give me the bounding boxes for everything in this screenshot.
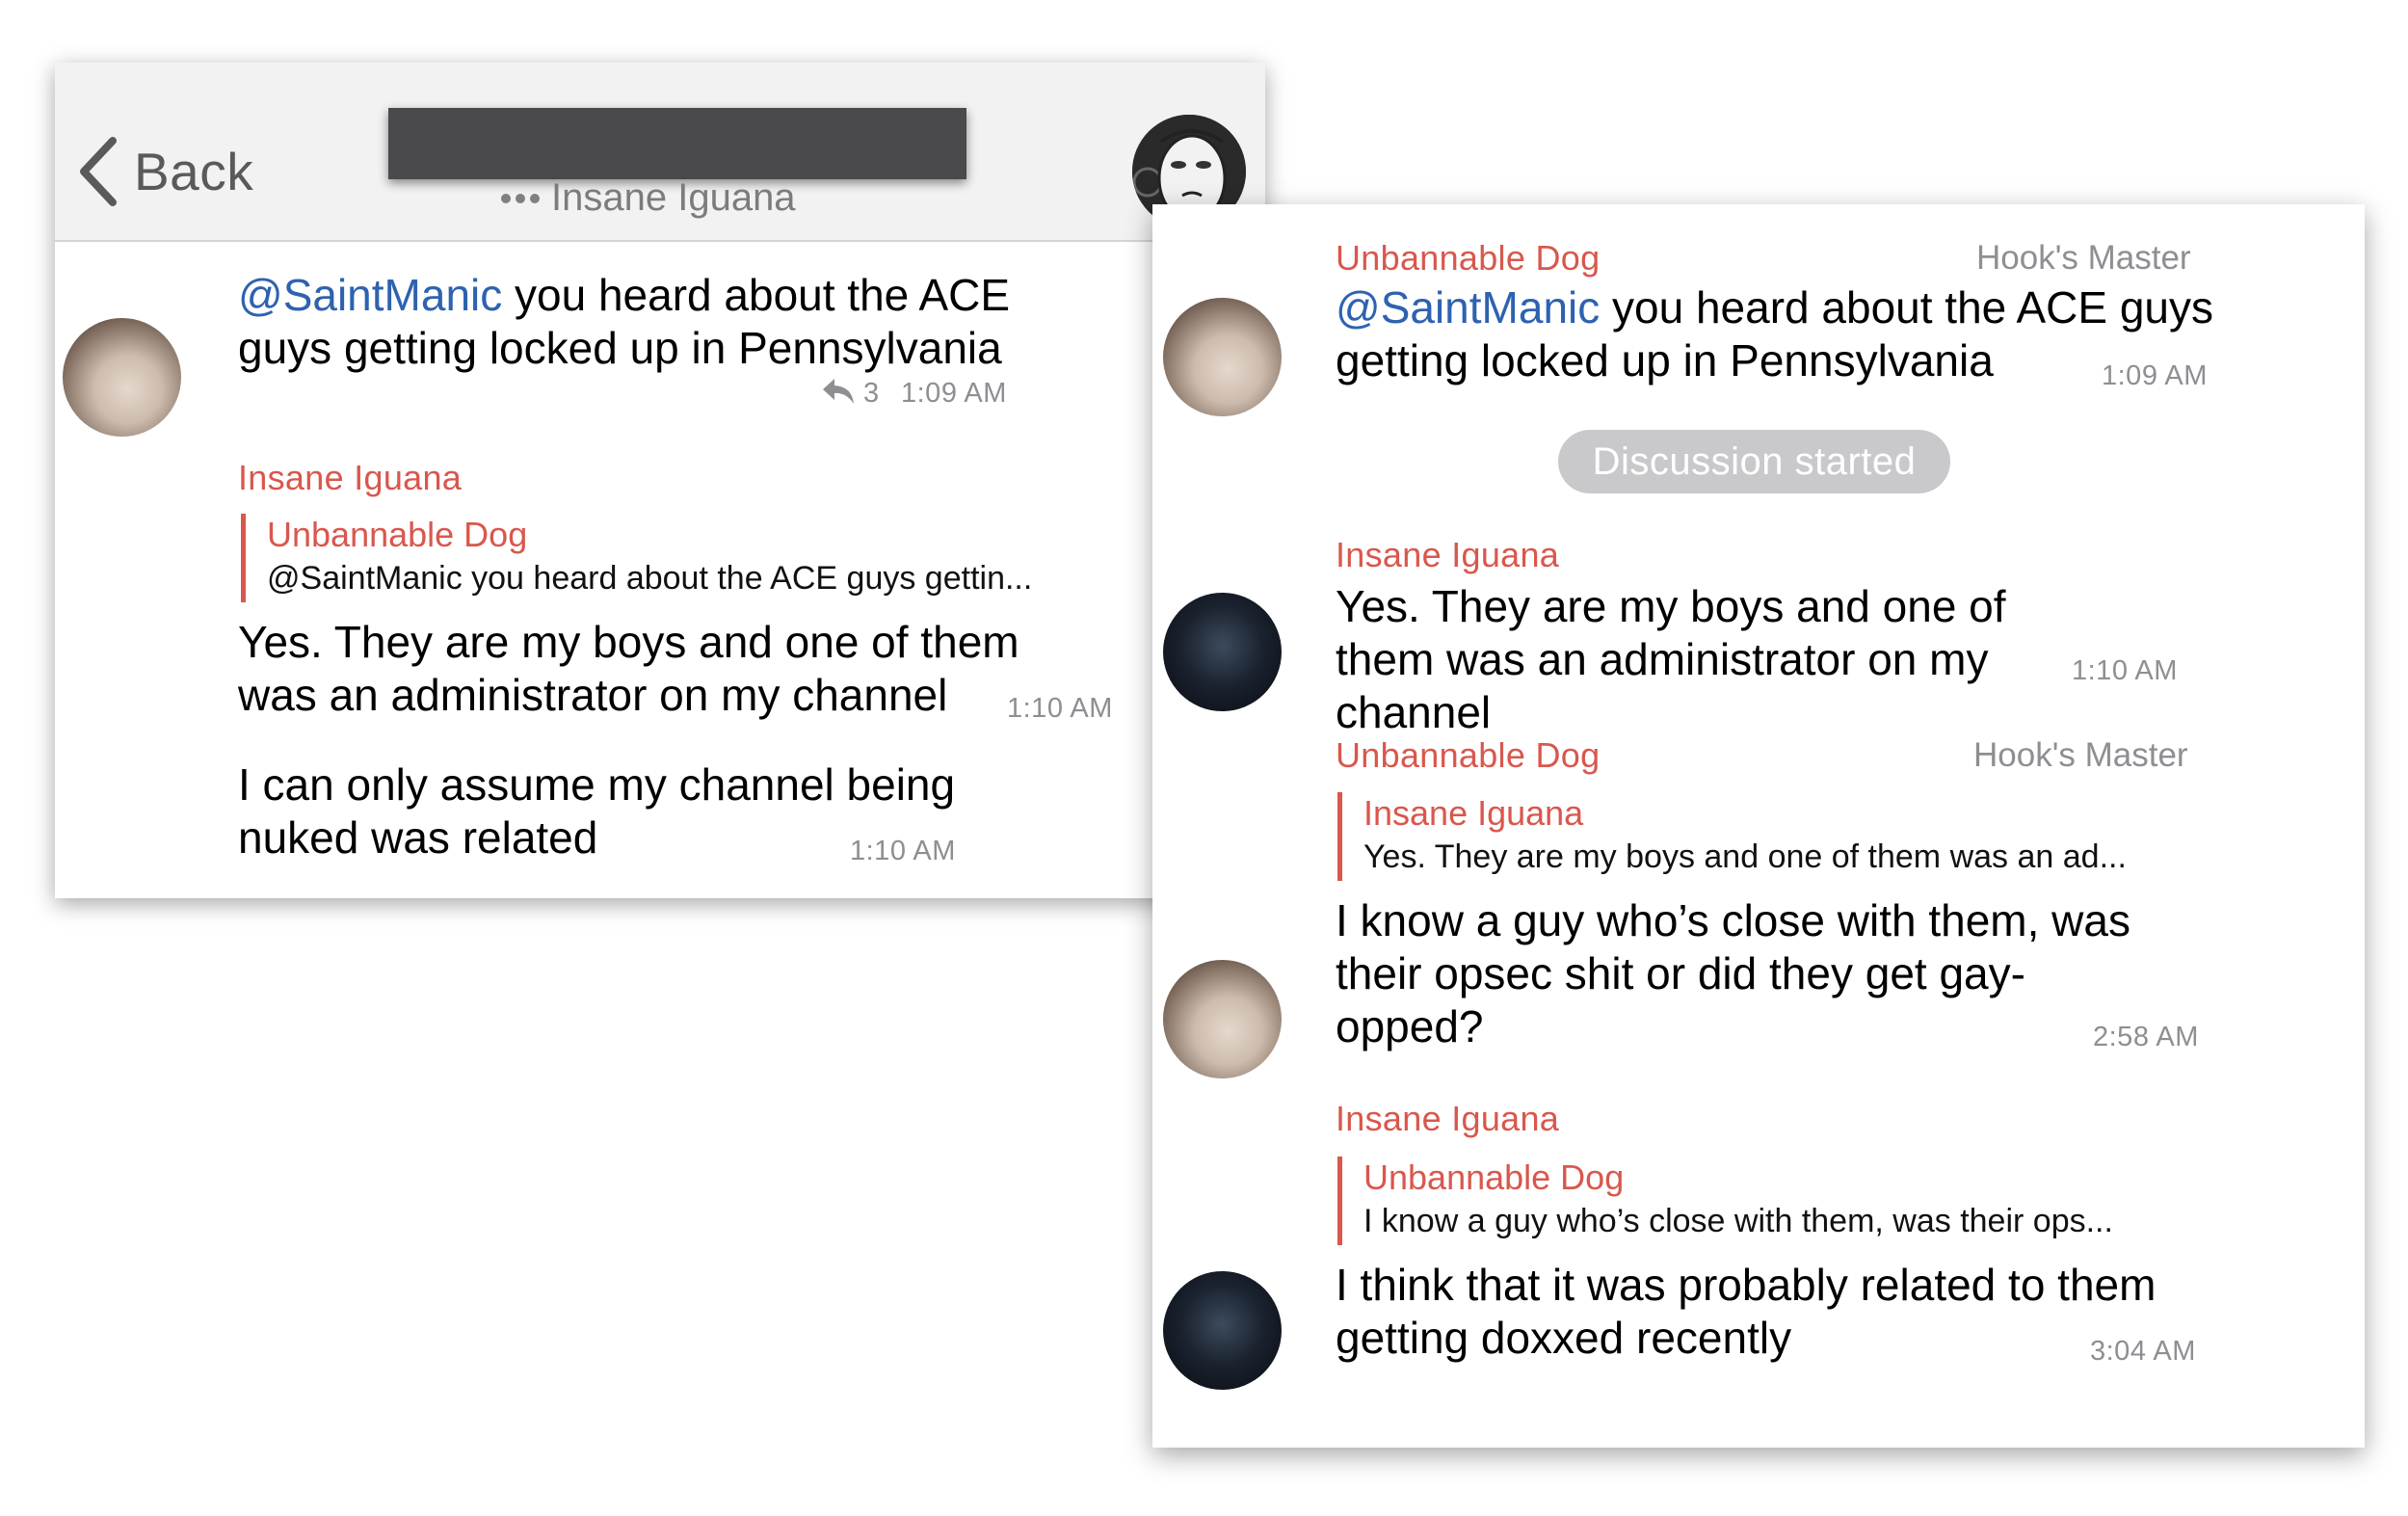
message-time: 1:10 AM (1007, 693, 1113, 724)
sender-name[interactable]: Insane Iguana (1336, 535, 1559, 575)
sender-name[interactable]: Insane Iguana (1336, 1099, 1559, 1139)
quote-sender: Unbannable Dog (1363, 1157, 1625, 1197)
message-text: Yes. They are my boys and one of them wa… (238, 617, 1019, 720)
message-time: 2:58 AM (2093, 1022, 2199, 1052)
typing-dots-icon (501, 193, 540, 203)
chevron-left-icon (76, 135, 120, 208)
back-button[interactable]: Back (76, 135, 253, 208)
avatar-unbannable-dog[interactable] (1163, 960, 1282, 1078)
reply-arrow-icon (821, 377, 856, 411)
message-time: 1:10 AM (850, 836, 956, 866)
message-time: 1:09 AM (901, 378, 1007, 409)
quoted-reply[interactable]: Insane Iguana Yes. They are my boys and … (1337, 792, 2127, 881)
mention-link[interactable]: @SaintManic (1336, 282, 1600, 332)
quote-text: Yes. They are my boys and one of them wa… (1363, 838, 2127, 875)
reply-count: 3 (863, 378, 880, 409)
quote-text: I know a guy who’s close with them, was … (1363, 1203, 2113, 1239)
avatar-insane-iguana[interactable] (1163, 593, 1282, 711)
redacted-chat-title (388, 108, 966, 179)
avatar-unbannable-dog[interactable] (63, 318, 181, 437)
message-text: Yes. They are my boys and one of them wa… (1336, 581, 2006, 737)
back-label: Back (134, 142, 254, 201)
quote-sender: Insane Iguana (1363, 793, 1584, 833)
quote-sender: Unbannable Dog (267, 515, 528, 554)
typing-user: Insane Iguana (551, 176, 796, 219)
message-time: 3:04 AM (2090, 1336, 2196, 1367)
mention-link[interactable]: @SaintManic (238, 270, 502, 320)
quote-text: @SaintManic you heard about the ACE guys… (267, 560, 1033, 597)
member-role: Hook's Master (1976, 239, 2191, 277)
quoted-reply[interactable]: Unbannable Dog I know a guy who’s close … (1337, 1157, 2113, 1245)
message-text: @SaintManic you heard about the ACE guys… (238, 269, 1086, 375)
message-time: 1:10 AM (2072, 655, 2178, 686)
typing-indicator: Insane Iguana (501, 176, 796, 220)
message-time: 1:09 AM (2102, 360, 2208, 391)
avatar-unbannable-dog[interactable] (1163, 298, 1282, 416)
reply-counter[interactable]: 3 (821, 377, 880, 411)
message: Insane Iguana (238, 458, 1250, 498)
quoted-reply[interactable]: Unbannable Dog @SaintManic you heard abo… (241, 514, 1032, 602)
message-text: I know a guy who’s close with them, was … (1336, 895, 2130, 1051)
left-chat-panel: Back Insane Iguana @SaintManic you heard… (55, 63, 1265, 898)
member-role: Hook's Master (1973, 736, 2188, 774)
sender-name[interactable]: Unbannable Dog (1336, 238, 1600, 279)
discussion-started-badge: Discussion started (1558, 430, 1950, 493)
sender-name[interactable]: Unbannable Dog (1336, 735, 1600, 776)
chat-header: Back Insane Iguana (55, 63, 1265, 242)
avatar-insane-iguana[interactable] (1163, 1271, 1282, 1390)
right-chat-panel: Unbannable Dog Hook's Master @SaintManic… (1152, 204, 2365, 1448)
message: @SaintManic you heard about the ACE guys… (238, 269, 1086, 375)
sender-name[interactable]: Insane Iguana (238, 458, 1250, 498)
